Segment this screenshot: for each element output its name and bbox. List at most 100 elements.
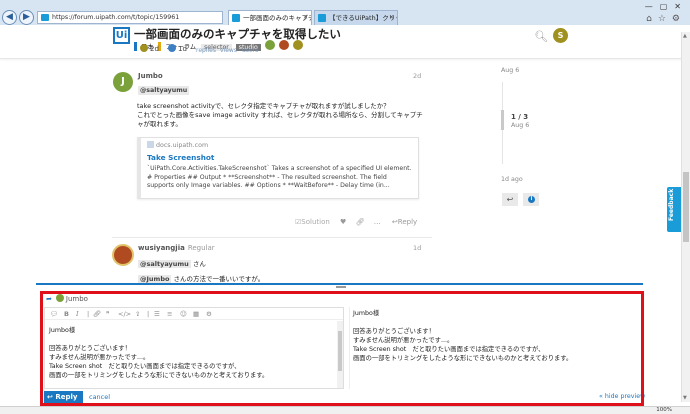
post-divider xyxy=(112,237,432,238)
solution-button[interactable]: ☑ Solution xyxy=(295,218,330,226)
link-icon[interactable]: 🔗︎ xyxy=(356,218,365,226)
cancel-link[interactable]: cancel xyxy=(89,393,110,401)
views-stat: views xyxy=(220,47,237,54)
post-body-line: take screenshot activityで、セレクタ指定でキャプチャが取… xyxy=(137,102,390,110)
topic-title[interactable]: 一部画面のみのキャプチャを取得したい xyxy=(134,26,341,42)
browser-tab-active[interactable]: 一部画面のみのキャプチャを取... ✕ xyxy=(228,10,312,25)
page-scrollbar[interactable]: ▲ ▼ xyxy=(681,32,690,402)
like-icon[interactable]: ♥ xyxy=(340,218,346,226)
post-avatar[interactable] xyxy=(112,244,134,266)
reply-icon: ↩ xyxy=(506,195,514,204)
replies-stat: replies xyxy=(196,47,216,54)
post-body-line: @Jumbo さんの方法で一番いいですが。 xyxy=(138,275,265,283)
divider-icon: | xyxy=(87,310,90,318)
tab-title: 【できるUiPath】クリックをカーソ... xyxy=(329,14,397,22)
post-username[interactable]: Jumbo xyxy=(138,72,163,80)
timeline-handle[interactable] xyxy=(501,110,504,130)
preview-text: Jumbo様 回答ありがとうございます！ すみません説明が悪かったです...。 … xyxy=(353,310,573,362)
quote-icon[interactable]: 💬︎ xyxy=(50,310,58,318)
reply-button[interactable]: ↩ Reply xyxy=(392,218,417,226)
composer-reply-to[interactable]: ➦ Jumbo xyxy=(46,294,88,303)
scrollbar-thumb[interactable] xyxy=(338,331,342,371)
topic-created[interactable]: 2d xyxy=(140,44,159,53)
emoji-icon[interactable]: ☺ xyxy=(180,310,187,318)
topic-map: 2d 1d replies views users xyxy=(138,40,448,58)
avatar xyxy=(55,294,64,302)
gear-icon[interactable]: ⚙ xyxy=(206,310,212,318)
browser-tab[interactable]: 【できるUiPath】クリックをカーソ... ✕ xyxy=(314,10,398,25)
hide-preview-link[interactable]: « hide preview xyxy=(599,393,645,400)
back-button[interactable]: ◀ xyxy=(2,10,17,25)
avatar[interactable] xyxy=(293,40,304,50)
users-stat: users xyxy=(242,47,259,54)
onebox-description: `UiPath.Core.Activities.TakeScreenshot` … xyxy=(147,165,412,189)
timeline-end-date[interactable]: 1d ago xyxy=(501,176,523,183)
timeline-reply-button[interactable]: ↩ xyxy=(502,193,518,206)
post-actions: ☑ Solution ♥ 🔗︎ … ↩ Reply xyxy=(295,218,429,226)
blockquote-icon[interactable]: ❞ xyxy=(106,310,110,318)
post-date[interactable]: 2d xyxy=(413,72,421,80)
numbered-list-icon[interactable]: ≡ xyxy=(167,310,172,318)
reply-arrow-icon: ➦ xyxy=(46,295,52,303)
composer-editor: 💬︎ B I | 🔗︎ ❞ </> ⇪ | ☰ ≡ ☺ ▦ ⚙ Jumbo様 回… xyxy=(44,307,344,389)
post-mention[interactable]: @saltyayumu xyxy=(138,260,191,268)
post-stream: J Jumbo 2d @saltyayumu take screenshot a… xyxy=(0,60,690,283)
code-icon[interactable]: </> xyxy=(118,310,131,318)
user-avatar[interactable]: S xyxy=(553,28,568,43)
window-controls[interactable]: —▢✕ xyxy=(645,2,688,11)
post-body: take screenshot activityで、セレクタ指定でキャプチャが取… xyxy=(137,102,427,129)
forward-button[interactable]: ▶ xyxy=(19,10,34,25)
link-icon[interactable]: 🔗︎ xyxy=(93,310,101,318)
post-body-line: @saltyayumu さん xyxy=(138,260,206,268)
post-date[interactable]: 1d xyxy=(413,244,421,252)
avatar[interactable] xyxy=(279,40,290,50)
avatar[interactable] xyxy=(265,40,275,50)
composer-resize-grip[interactable] xyxy=(336,286,346,288)
upload-icon[interactable]: ⇪ xyxy=(135,310,140,318)
post-body-line: これでとった画像をsave image activity すれば、セレクタが取れ… xyxy=(137,111,423,128)
scroll-down-icon[interactable]: ▼ xyxy=(683,395,687,401)
post-mention[interactable]: @saltyayumu xyxy=(138,86,190,95)
timeline-start-date[interactable]: Aug 6 xyxy=(501,67,519,74)
scroll-up-icon[interactable]: ▲ xyxy=(683,33,687,39)
address-bar[interactable]: https://forum.uipath.com/t/topic/159961 xyxy=(37,11,223,24)
editor-scrollbar[interactable] xyxy=(337,321,343,388)
avatar xyxy=(168,44,176,52)
site-favicon-icon xyxy=(147,141,154,148)
scrollbar-thumb[interactable] xyxy=(683,172,689,242)
tab-title: 一部画面のみのキャプチャを取... xyxy=(243,14,311,22)
post-username[interactable]: wusiyangjia Regular xyxy=(138,244,215,252)
timeline-notification-button[interactable]: i xyxy=(523,193,539,206)
onebox-title[interactable]: Take Screenshot xyxy=(147,152,412,164)
composer-preview: Jumbo様 回答ありがとうございます！ すみません説明が悪かったです...。 … xyxy=(349,307,636,389)
address-url: https://forum.uipath.com/t/topic/159961 xyxy=(52,14,180,21)
info-icon: i xyxy=(528,196,535,203)
post-mention[interactable]: @Jumbo xyxy=(138,275,172,283)
calendar-icon[interactable]: ▦ xyxy=(193,310,199,318)
bullet-list-icon[interactable]: ☰ xyxy=(154,310,160,318)
timeline-position-date: Aug 6 xyxy=(511,122,530,129)
post-avatar[interactable]: J xyxy=(113,72,133,92)
site-favicon-icon xyxy=(41,14,49,21)
topic-last-reply[interactable]: 1d xyxy=(168,44,187,53)
feedback-tab[interactable]: Feedback xyxy=(667,187,682,232)
composer-textarea[interactable]: Jumbo様 回答ありがとうございます！ すみません説明が悪かったです...。 … xyxy=(49,326,334,388)
participant-avatars[interactable] xyxy=(265,40,305,51)
italic-icon[interactable]: I xyxy=(76,310,79,318)
close-tab-icon[interactable]: ✕ xyxy=(389,11,394,25)
bold-icon[interactable]: B xyxy=(64,310,69,318)
more-icon[interactable]: … xyxy=(374,218,381,226)
uipath-logo[interactable]: Ui xyxy=(113,27,130,44)
close-tab-icon[interactable]: ✕ xyxy=(303,11,308,25)
link-onebox[interactable]: docs.uipath.com Take Screenshot `UiPath.… xyxy=(137,137,419,199)
composer-reply-button[interactable]: ↩ Reply xyxy=(44,391,83,403)
divider-icon: | xyxy=(147,310,150,318)
browser-toolbar-icons[interactable]: ⌂☆⚙ xyxy=(646,14,686,24)
browser-statusbar: 100% xyxy=(0,406,690,414)
avatar xyxy=(140,44,148,52)
tab-favicon-icon xyxy=(318,14,326,22)
zoom-level[interactable]: 100% xyxy=(656,407,672,414)
reply-composer: ➦ Jumbo 💬︎ B I | 🔗︎ ❞ </> ⇪ | ☰ ≡ ☺ ▦ ⚙ J… xyxy=(36,283,645,404)
onebox-source: docs.uipath.com xyxy=(147,141,412,150)
tab-favicon-icon xyxy=(232,14,240,22)
